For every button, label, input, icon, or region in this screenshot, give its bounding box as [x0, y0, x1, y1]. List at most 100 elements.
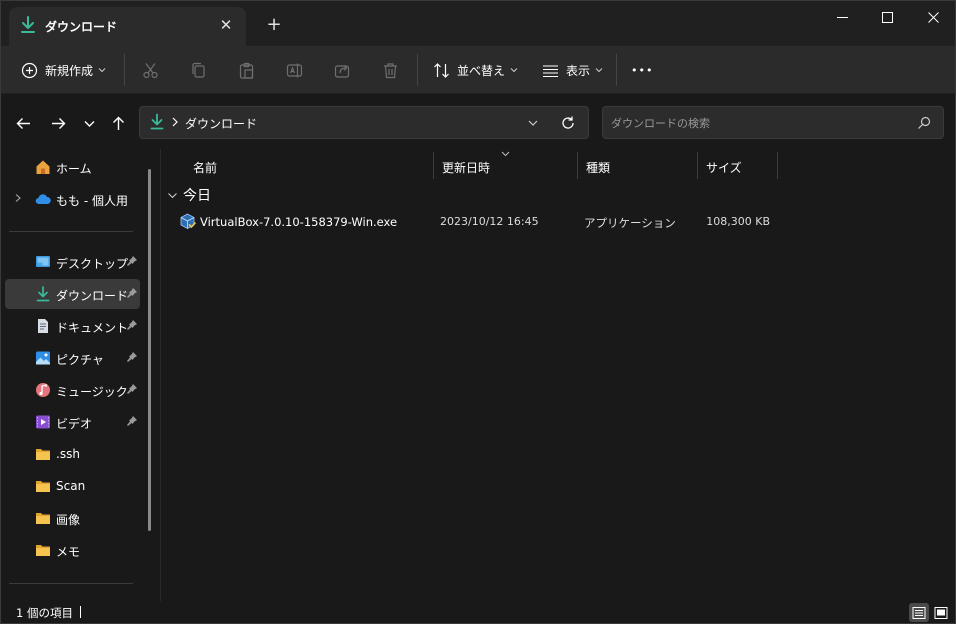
arrow-left-icon	[16, 117, 30, 129]
sidebar-item-label: ミュージック	[56, 385, 128, 399]
cut-button[interactable]	[142, 54, 159, 86]
sidebar-item-label: ピクチャ	[56, 353, 104, 367]
search-input[interactable]	[611, 113, 911, 133]
paste-icon	[239, 62, 254, 79]
file-modified: 2023/10/12 16:45	[440, 215, 539, 228]
refresh-icon[interactable]	[560, 115, 576, 131]
tab-close-button[interactable]: ✕	[214, 13, 238, 37]
up-button[interactable]	[106, 111, 130, 135]
maximize-icon	[881, 11, 893, 23]
file-row[interactable]: VirtualBox-7.0.10-158379-Win.exe 2023/10…	[175, 211, 775, 233]
tab-title: ダウンロード	[45, 20, 118, 34]
folder-icon	[36, 545, 50, 556]
chevron-down-icon	[98, 68, 106, 73]
sidebar-item-folder[interactable]: .ssh	[5, 439, 140, 469]
chevron-down-icon	[168, 192, 177, 198]
pin-icon[interactable]	[126, 255, 138, 267]
column-header-modified[interactable]: 更新日時	[434, 152, 578, 179]
address-bar[interactable]: ダウンロード	[139, 106, 589, 139]
sidebar-item-label: ホーム	[56, 162, 92, 176]
pin-icon[interactable]	[126, 287, 138, 299]
breadcrumb-current[interactable]: ダウンロード	[185, 115, 257, 132]
download-icon	[36, 286, 50, 302]
sidebar-item-documents[interactable]: ドキュメント	[5, 311, 140, 341]
group-header-today[interactable]: 今日	[167, 185, 211, 205]
videos-icon	[36, 415, 50, 429]
home-icon	[36, 160, 50, 174]
more-icon: •••	[631, 63, 654, 77]
large-icons-view-icon	[934, 606, 948, 619]
file-list: 名前 更新日時 種類 サイズ 今日 VirtualBox-7.0.10-1583…	[161, 149, 955, 601]
back-button[interactable]	[11, 111, 35, 135]
status-separator	[80, 606, 81, 618]
pictures-icon	[36, 351, 50, 365]
sidebar-item-label: もも - 個人用	[56, 194, 128, 208]
sidebar-item-label: Scan	[56, 479, 86, 493]
chevron-right-icon	[172, 117, 178, 127]
column-header-type[interactable]: 種類	[578, 152, 698, 179]
new-item-button[interactable]: 新規作成	[21, 54, 106, 86]
download-icon	[21, 16, 35, 33]
pin-icon[interactable]	[126, 415, 138, 427]
rename-button[interactable]	[286, 54, 303, 86]
chevron-down-icon	[595, 68, 603, 73]
sidebar-item-label: .ssh	[56, 447, 80, 461]
sidebar-item-label: 画像	[56, 513, 81, 527]
navigation-pane: ホーム もも - 個人用 デスクトップ ダウンロード ドキュメント ピクチャ ミ…	[1, 149, 159, 601]
column-header-label: 名前	[193, 161, 218, 175]
column-header-name[interactable]: 名前	[185, 152, 434, 179]
chevron-right-icon[interactable]	[13, 193, 23, 203]
pin-icon[interactable]	[126, 351, 138, 363]
maximize-button[interactable]	[864, 1, 910, 33]
desktop-icon	[36, 256, 50, 267]
sort-button[interactable]: 並べ替え	[433, 54, 518, 86]
copy-button[interactable]	[190, 54, 207, 86]
view-menu-button[interactable]: 表示	[542, 54, 603, 86]
share-icon	[334, 64, 350, 78]
pin-icon[interactable]	[126, 383, 138, 395]
minimize-button[interactable]	[819, 1, 865, 33]
sidebar-item-folder[interactable]: メモ	[5, 535, 140, 565]
sidebar-item-home[interactable]: ホーム	[5, 152, 140, 182]
group-label: 今日	[183, 188, 211, 204]
details-view-button[interactable]	[909, 603, 929, 622]
folder-icon	[36, 481, 50, 492]
close-window-button[interactable]	[910, 1, 955, 33]
sidebar-item-desktop[interactable]: デスクトップ	[5, 247, 140, 277]
copy-icon	[192, 62, 205, 78]
sidebar-item-folder[interactable]: 画像	[5, 503, 140, 533]
sidebar-item-folder[interactable]: Scan	[5, 471, 140, 501]
paste-button[interactable]	[238, 54, 255, 86]
delete-button[interactable]	[382, 54, 399, 86]
sort-icon	[434, 62, 449, 78]
search-box[interactable]	[602, 106, 944, 139]
sidebar-item-videos[interactable]: ビデオ	[5, 407, 140, 437]
documents-icon	[38, 319, 48, 333]
sidebar-item-downloads[interactable]: ダウンロード	[5, 279, 140, 309]
share-button[interactable]	[334, 54, 351, 86]
sidebar-item-onedrive[interactable]: もも - 個人用	[5, 184, 140, 214]
sidebar-item-pictures[interactable]: ピクチャ	[5, 343, 140, 373]
navigation-bar: ダウンロード	[1, 95, 955, 149]
column-header-size[interactable]: サイズ	[698, 152, 778, 179]
chevron-down-icon[interactable]	[526, 116, 540, 130]
file-size: 108,300 KB	[706, 215, 770, 228]
view-list-icon	[543, 64, 558, 77]
sidebar-scrollbar[interactable]	[148, 169, 151, 531]
recent-locations-button[interactable]	[77, 111, 101, 135]
new-tab-button[interactable]: +	[259, 13, 289, 39]
column-resize-handle[interactable]	[777, 152, 778, 179]
item-count: 1 個の項目	[16, 606, 73, 620]
large-icons-view-button[interactable]	[931, 603, 951, 622]
sidebar-item-music[interactable]: ミュージック	[5, 375, 140, 405]
sidebar-item-label: ドキュメント	[56, 321, 129, 335]
details-view-icon	[912, 606, 926, 619]
forward-button[interactable]	[46, 111, 70, 135]
installer-icon	[180, 213, 196, 229]
download-icon	[150, 113, 164, 130]
tab-downloads[interactable]: ダウンロード ✕	[9, 7, 246, 46]
pin-icon[interactable]	[126, 319, 138, 331]
more-options-button[interactable]: •••	[631, 54, 653, 86]
sidebar-item-label: ダウンロード	[56, 289, 129, 303]
new-item-label: 新規作成	[45, 63, 94, 78]
